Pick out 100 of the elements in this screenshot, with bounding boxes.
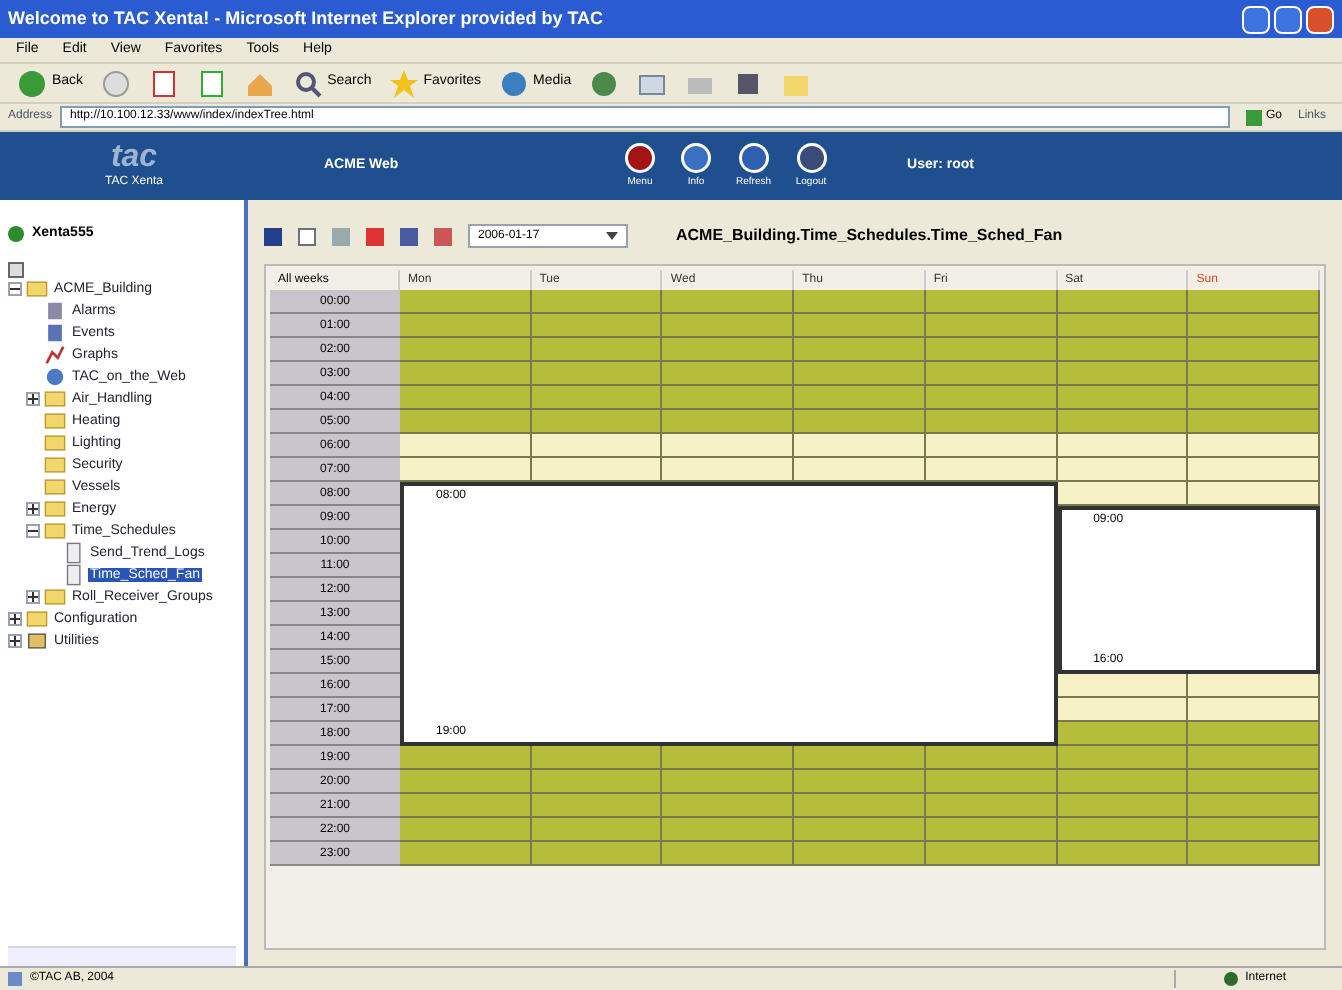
schedule-cell[interactable] — [531, 434, 663, 458]
schedule-cell[interactable] — [1188, 410, 1320, 434]
schedule-cell[interactable] — [531, 362, 663, 386]
schedule-cell[interactable] — [925, 794, 1058, 818]
schedule-cell[interactable] — [662, 314, 795, 338]
schedule-cell[interactable] — [531, 458, 663, 482]
schedule-cell[interactable] — [794, 770, 926, 794]
schedule-cell[interactable] — [1188, 314, 1320, 338]
schedule-cell[interactable] — [1188, 818, 1320, 842]
schedule-cell[interactable] — [662, 290, 795, 314]
schedule-cell[interactable] — [1057, 794, 1189, 818]
schedule-cell[interactable] — [531, 794, 663, 818]
schedule-cell[interactable] — [531, 386, 663, 410]
schedule-cell[interactable] — [1188, 482, 1320, 506]
schedule-cell[interactable] — [794, 386, 926, 410]
schedule-cell[interactable] — [1188, 722, 1320, 746]
schedule-cell[interactable] — [531, 746, 663, 770]
schedule-cell[interactable] — [1057, 746, 1189, 770]
schedule-cell[interactable] — [1057, 770, 1189, 794]
schedule-cell[interactable] — [400, 338, 532, 362]
schedule-cell[interactable] — [1057, 482, 1189, 506]
schedule-cell[interactable] — [1057, 314, 1189, 338]
schedule-cell[interactable] — [1057, 698, 1189, 722]
favorites-icon[interactable] — [387, 67, 420, 99]
schedule-cell[interactable] — [662, 410, 795, 434]
schedule-cell[interactable] — [400, 794, 532, 818]
schedule-cell[interactable] — [1057, 386, 1189, 410]
schedule-cell[interactable] — [400, 434, 532, 458]
schedule-cell[interactable] — [662, 362, 795, 386]
schedule-cell[interactable] — [400, 746, 532, 770]
schedule-cell[interactable] — [662, 770, 795, 794]
schedule-cell[interactable] — [794, 434, 926, 458]
expander-toggle[interactable] — [26, 501, 40, 515]
schedule-cell[interactable] — [1188, 362, 1320, 386]
schedule-cell[interactable] — [794, 794, 926, 818]
expander-toggle[interactable] — [26, 589, 40, 603]
schedule-cell[interactable] — [662, 338, 795, 362]
schedule-cell[interactable] — [400, 818, 532, 842]
schedule-cell[interactable] — [794, 818, 926, 842]
schedule-cell[interactable] — [1188, 770, 1320, 794]
schedule-cell[interactable] — [1057, 290, 1189, 314]
schedule-cell[interactable] — [400, 770, 532, 794]
schedule-cell[interactable] — [925, 338, 1058, 362]
schedule-cell[interactable] — [925, 362, 1058, 386]
schedule-cell[interactable] — [531, 290, 663, 314]
schedule-cell[interactable] — [794, 362, 926, 386]
schedule-cell[interactable] — [1057, 434, 1189, 458]
schedule-cell[interactable] — [794, 842, 926, 866]
schedule-cell[interactable] — [925, 746, 1058, 770]
expander-toggle[interactable] — [8, 281, 22, 295]
search-icon[interactable] — [291, 67, 324, 99]
expander-toggle[interactable] — [8, 633, 22, 647]
schedule-cell[interactable] — [794, 290, 926, 314]
schedule-cell[interactable] — [662, 458, 795, 482]
schedule-cell[interactable] — [531, 410, 663, 434]
schedule-cell[interactable] — [531, 314, 663, 338]
schedule-cell[interactable] — [794, 458, 926, 482]
schedule-cell[interactable] — [1057, 362, 1189, 386]
minimize-button[interactable] — [1242, 5, 1270, 33]
schedule-cell[interactable] — [1057, 818, 1189, 842]
schedule-cell[interactable] — [662, 818, 795, 842]
schedule-block[interactable] — [925, 482, 1058, 746]
schedule-cell[interactable] — [1188, 746, 1320, 770]
schedule-cell[interactable] — [531, 818, 663, 842]
schedule-cell[interactable] — [400, 410, 532, 434]
schedule-cell[interactable] — [1057, 842, 1189, 866]
schedule-cell[interactable] — [531, 842, 663, 866]
schedule-cell[interactable] — [1057, 338, 1189, 362]
schedule-cell[interactable] — [1188, 794, 1320, 818]
schedule-cell[interactable] — [662, 386, 795, 410]
close-button[interactable] — [1306, 5, 1334, 33]
schedule-cell[interactable] — [662, 842, 795, 866]
schedule-cell[interactable] — [531, 338, 663, 362]
schedule-cell[interactable] — [794, 410, 926, 434]
schedule-cell[interactable] — [1057, 674, 1189, 698]
schedule-cell[interactable] — [1188, 674, 1320, 698]
schedule-cell[interactable] — [400, 458, 532, 482]
schedule-cell[interactable] — [1057, 410, 1189, 434]
schedule-cell[interactable] — [400, 362, 532, 386]
schedule-cell[interactable] — [662, 746, 795, 770]
schedule-cell[interactable] — [1188, 458, 1320, 482]
schedule-cell[interactable] — [925, 410, 1058, 434]
schedule-cell[interactable] — [1057, 458, 1189, 482]
schedule-cell[interactable] — [925, 386, 1058, 410]
schedule-cell[interactable] — [1188, 338, 1320, 362]
schedule-cell[interactable] — [400, 290, 532, 314]
schedule-cell[interactable] — [1188, 698, 1320, 722]
maximize-button[interactable] — [1274, 5, 1302, 33]
expander-toggle[interactable] — [26, 391, 40, 405]
schedule-cell[interactable] — [400, 842, 532, 866]
expander-toggle[interactable] — [8, 611, 22, 625]
schedule-cell[interactable] — [794, 314, 926, 338]
schedule-cell[interactable] — [1057, 722, 1189, 746]
schedule-cell[interactable] — [400, 386, 532, 410]
horizontal-scrollbar[interactable] — [8, 946, 236, 966]
schedule-cell[interactable] — [925, 434, 1058, 458]
schedule-cell[interactable] — [925, 842, 1058, 866]
schedule-cell[interactable] — [794, 338, 926, 362]
expander-toggle[interactable] — [26, 523, 40, 537]
schedule-cell[interactable] — [662, 434, 795, 458]
